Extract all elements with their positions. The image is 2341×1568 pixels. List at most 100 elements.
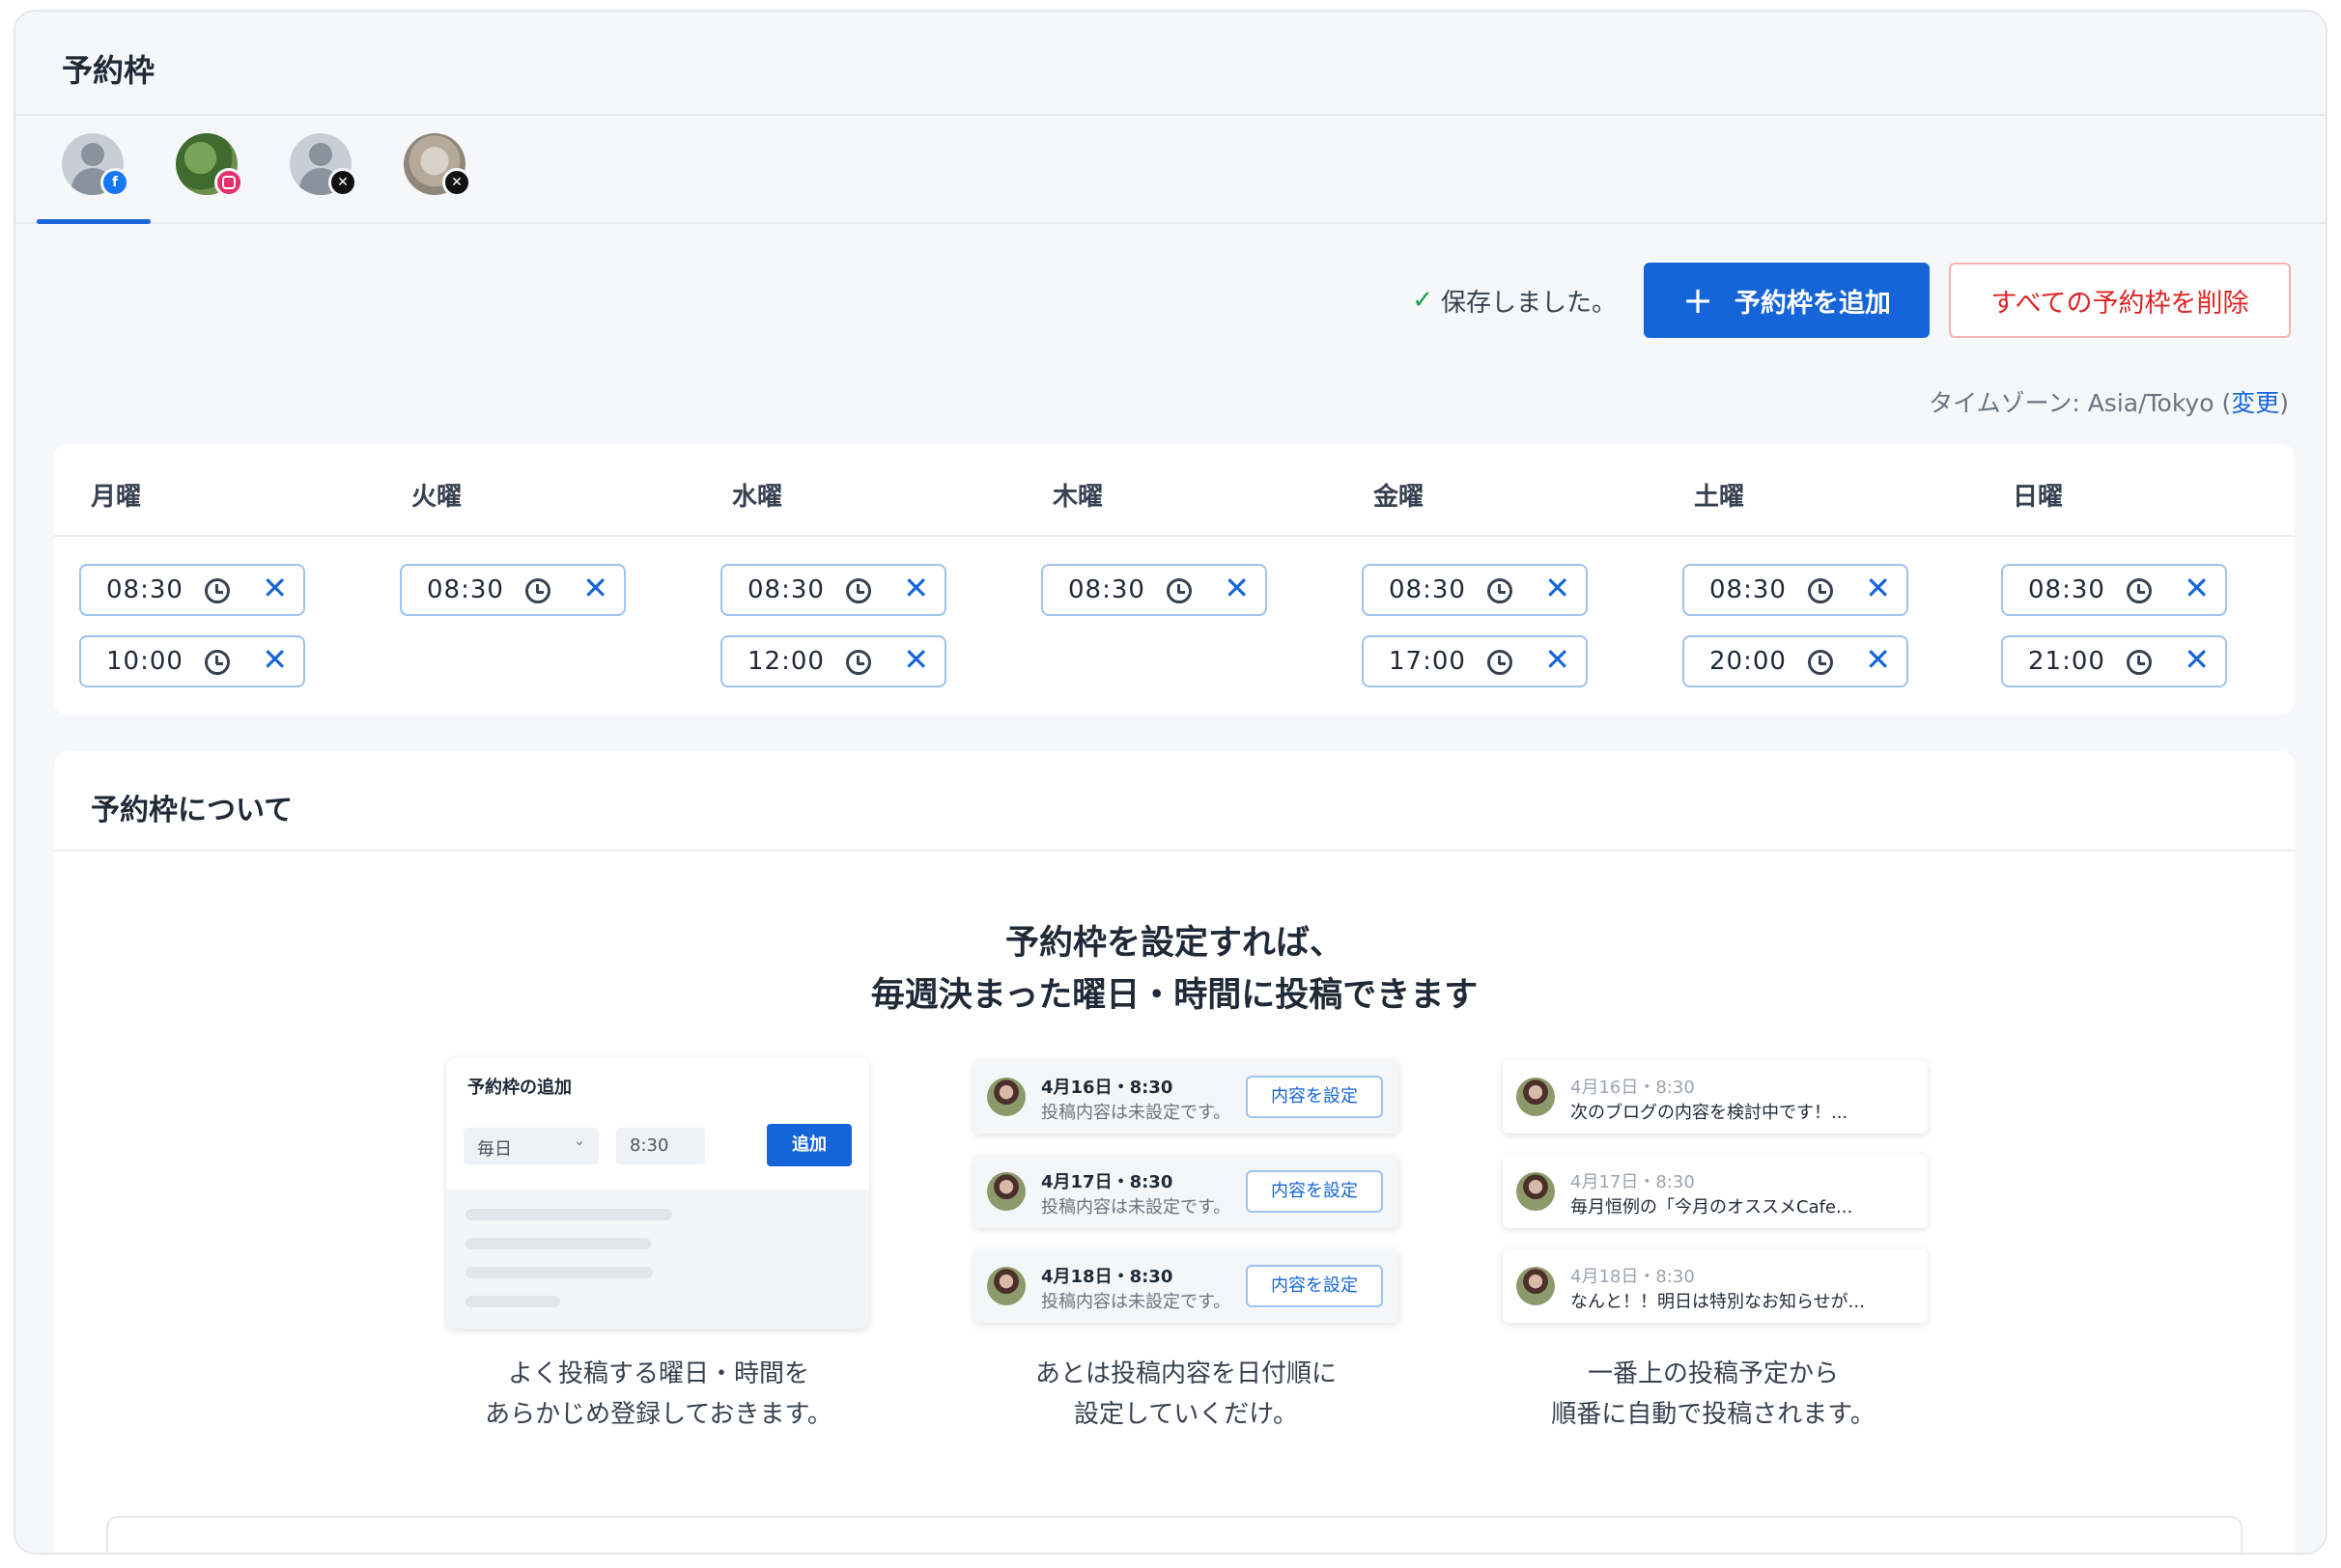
- clock-icon[interactable]: [525, 578, 550, 603]
- about-header: 予約枠について: [54, 751, 2295, 852]
- clock-icon[interactable]: [1167, 578, 1192, 603]
- time-slot-field[interactable]: 08:30 ✕: [2001, 564, 2227, 616]
- remove-slot-icon[interactable]: ✕: [1544, 573, 1570, 603]
- weekday-header: 月曜 火曜 水曜 木曜 金曜 土曜 日曜: [54, 444, 2295, 537]
- time-slot-value[interactable]: 08:30: [1709, 575, 1787, 604]
- time-slot-field[interactable]: 08:30 ✕: [720, 564, 946, 616]
- weekday-label: 火曜: [411, 483, 463, 512]
- time-slot-field[interactable]: 08:30 ✕: [79, 564, 305, 616]
- time-slot-value[interactable]: 08:30: [106, 575, 183, 604]
- mini-post-card: 4月17日・8:30 毎月恒例の「今月のオススメCafe...: [1503, 1155, 1928, 1228]
- remove-slot-icon[interactable]: ✕: [262, 644, 288, 675]
- time-slot-field[interactable]: 10:00 ✕: [79, 635, 305, 687]
- time-slot-value[interactable]: 08:30: [2028, 575, 2105, 604]
- time-slot-field[interactable]: 12:00 ✕: [720, 635, 946, 687]
- time-slot-field[interactable]: 20:00 ✕: [1682, 635, 1908, 687]
- placeholder-bar: [465, 1238, 651, 1249]
- account-tab-x-2[interactable]: ✕: [379, 133, 493, 224]
- clock-icon[interactable]: [1487, 578, 1512, 603]
- clock-icon[interactable]: [846, 578, 871, 603]
- account-tab-facebook[interactable]: f: [37, 133, 151, 224]
- caption-line: 一番上の投稿予定から: [1587, 1359, 1839, 1388]
- delete-all-slots-button[interactable]: すべての予約枠を削除: [1949, 263, 2291, 338]
- time-slot-value[interactable]: 08:30: [1068, 575, 1145, 604]
- plus-icon: +: [1682, 279, 1713, 322]
- remove-slot-icon[interactable]: ✕: [1865, 573, 1891, 603]
- illustration-add-slot: 予約枠の追加 毎日 ⌄ 8:30 追加: [446, 1058, 869, 1329]
- caption-line: よく投稿する曜日・時間を: [507, 1359, 809, 1388]
- avatar: [1516, 1078, 1555, 1116]
- mini-set-content-button: 内容を設定: [1246, 1170, 1383, 1213]
- step3-caption: 一番上の投稿予定から 順番に自動で投稿されます。: [1491, 1354, 1935, 1435]
- weekday-label: 水曜: [732, 483, 783, 512]
- clock-icon[interactable]: [1808, 578, 1833, 603]
- instagram-icon: [214, 168, 243, 197]
- step2-caption: あとは投稿内容を日付順に 設定していくだけ。: [964, 1354, 1408, 1435]
- remove-slot-icon[interactable]: ✕: [262, 573, 288, 603]
- mini-post-status: 投稿内容は未設定です。: [1041, 1197, 1231, 1218]
- chevron-down-icon: ⌄: [574, 1134, 585, 1149]
- time-slot-field[interactable]: 08:30 ✕: [400, 564, 626, 616]
- time-slot-field[interactable]: 08:30 ✕: [1362, 564, 1588, 616]
- title-bar: 予約枠: [15, 12, 2326, 116]
- mini-post-date: 4月16日・8:30: [1041, 1078, 1173, 1098]
- mini-post-date: 4月17日・8:30: [1041, 1172, 1173, 1192]
- weekday-label: 木曜: [1053, 483, 1104, 512]
- time-slot-value[interactable]: 10:00: [106, 647, 183, 676]
- toolbar: ✓ 保存しました。 + 予約枠を追加 すべての予約枠を削除: [1412, 263, 2291, 338]
- mini-post-card: 4月18日・8:30 投稿内容は未設定です。 内容を設定: [973, 1249, 1398, 1323]
- time-slot-value[interactable]: 12:00: [747, 647, 825, 676]
- time-slot-value[interactable]: 20:00: [1709, 647, 1787, 676]
- caption-line: あとは投稿内容を日付順に: [1034, 1359, 1337, 1388]
- placeholder-bar: [465, 1296, 560, 1307]
- account-tab-x-1[interactable]: ✕: [265, 133, 379, 224]
- about-title: 予約枠について: [91, 794, 294, 827]
- clock-icon[interactable]: [846, 650, 871, 675]
- mini-post-card: 4月18日・8:30 なんと！！明日は特別なお知らせが...: [1503, 1249, 1928, 1323]
- clock-icon[interactable]: [2127, 650, 2152, 675]
- remove-slot-icon[interactable]: ✕: [582, 573, 608, 603]
- clock-icon[interactable]: [1487, 650, 1512, 675]
- placeholder-bar: [465, 1209, 672, 1220]
- clock-icon[interactable]: [205, 578, 230, 603]
- caption-line: 順番に自動で投稿されます。: [1551, 1400, 1876, 1429]
- time-slot-value[interactable]: 08:30: [427, 575, 504, 604]
- remove-slot-icon[interactable]: ✕: [1544, 644, 1570, 675]
- remove-slot-icon[interactable]: ✕: [903, 573, 929, 603]
- time-slot-field[interactable]: 08:30 ✕: [1682, 564, 1908, 616]
- time-slot-value[interactable]: 08:30: [747, 575, 825, 604]
- time-slot-field[interactable]: 17:00 ✕: [1362, 635, 1588, 687]
- avatar: [1516, 1172, 1555, 1211]
- check-icon: ✓: [1412, 286, 1433, 315]
- clock-icon[interactable]: [205, 650, 230, 675]
- time-slot-value[interactable]: 17:00: [1389, 647, 1466, 676]
- avatar: [987, 1078, 1026, 1116]
- add-slot-button[interactable]: + 予約枠を追加: [1644, 263, 1930, 338]
- time-slot-field[interactable]: 21:00 ✕: [2001, 635, 2227, 687]
- avatar: [987, 1172, 1026, 1211]
- clock-icon[interactable]: [1808, 650, 1833, 675]
- weekday-label: 月曜: [91, 483, 142, 512]
- mini-post-date: 4月17日・8:30: [1570, 1172, 1695, 1192]
- x-icon: ✕: [442, 168, 471, 197]
- timezone-change-link[interactable]: 変更: [2231, 389, 2279, 417]
- mini-set-content-button: 内容を設定: [1246, 1076, 1383, 1118]
- remove-slot-icon[interactable]: ✕: [1865, 644, 1891, 675]
- notes-box: [106, 1516, 2242, 1553]
- remove-slot-icon[interactable]: ✕: [903, 644, 929, 675]
- time-slot-value[interactable]: 21:00: [2028, 647, 2105, 676]
- about-panel: 予約枠について 予約枠を設定すれば、 毎週決まった曜日・時間に投稿できます 予約…: [54, 751, 2295, 1553]
- clock-icon[interactable]: [2127, 578, 2152, 603]
- time-slot-field[interactable]: 08:30 ✕: [1041, 564, 1267, 616]
- mini-post-text: 次のブログの内容を検討中です！...: [1570, 1103, 1848, 1123]
- account-tab-instagram[interactable]: [151, 133, 265, 224]
- timezone-suffix: ): [2279, 389, 2289, 417]
- remove-slot-icon[interactable]: ✕: [2184, 644, 2210, 675]
- remove-slot-icon[interactable]: ✕: [1224, 573, 1250, 603]
- mini-frequency-select: 毎日 ⌄: [464, 1128, 599, 1164]
- mini-add-button: 追加: [767, 1124, 852, 1166]
- account-tabs: f ✕ ✕: [15, 116, 2326, 224]
- remove-slot-icon[interactable]: ✕: [2184, 573, 2210, 603]
- mini-post-date: 4月18日・8:30: [1570, 1267, 1695, 1287]
- time-slot-value[interactable]: 08:30: [1389, 575, 1466, 604]
